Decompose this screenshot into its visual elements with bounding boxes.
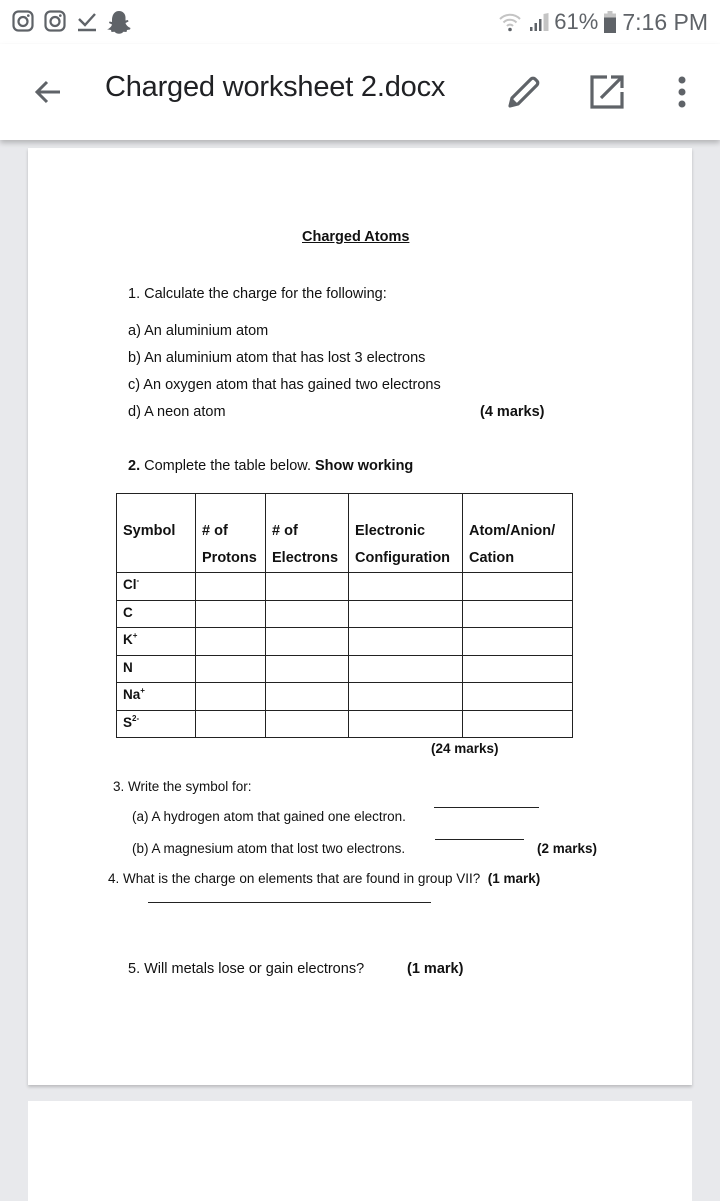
snapchat-icon [107,11,131,34]
table-row: Na+ [116,682,573,711]
symbol-cell: Na+ [116,682,196,711]
question-2-marks: (24 marks) [431,741,499,756]
arrow-back-icon[interactable] [30,74,66,110]
clock-time: 7:16 PM [622,8,708,35]
wifi-icon [499,13,522,32]
table-row: Cl- [116,572,573,601]
question-5-prompt: 5. Will metals lose or gain electrons? [128,961,365,977]
more-vert-icon[interactable] [662,72,702,112]
question-4-prompt: 4. What is the charge on elements that a… [108,871,541,886]
question-1-item-d: d) A neon atom [128,404,226,420]
battery-percent: 61% [554,9,599,34]
answer-line-3b [435,839,524,840]
document-page-2[interactable] [28,1101,692,1201]
question-3-part-a: (a) A hydrogen atom that gained one elec… [132,809,406,824]
symbol-cell: N [116,654,196,683]
battery-icon [604,11,617,33]
cell-signal-icon [530,13,549,31]
question-4-marks: (1 mark) [487,871,541,886]
question-3-marks: (2 marks) [537,841,598,856]
question-5-marks: (1 mark) [407,961,464,977]
instagram-icon [44,10,66,32]
app-bar: Charged worksheet 2.docx [0,44,720,140]
header-atom-anion-cation: Atom/Anion/Cation [462,493,573,573]
status-bar: 61% 7:16 PM [0,0,720,44]
symbol-cell: S2- [116,709,196,738]
answer-line-4 [148,902,431,903]
question-1-prompt: 1. Calculate the charge for the followin… [128,286,387,302]
symbol-cell: Cl- [116,572,196,601]
worksheet-heading: Charged Atoms [302,229,410,245]
symbol-cell: C [116,599,196,628]
open-external-icon[interactable] [587,72,627,112]
header-protons: # of Protons [195,493,266,573]
question-2-prompt: 2. Complete the table below. Show workin… [128,458,413,474]
document-title: Charged worksheet 2.docx [105,71,446,103]
header-symbol: Symbol [116,493,196,573]
table-row: C [116,599,573,628]
question-1-item-a: a) An aluminium atom [128,323,269,339]
header-electrons: # of Electrons [265,493,349,573]
instagram-icon [12,10,34,32]
symbol-cell: K+ [116,627,196,656]
question-1-item-c: c) An oxygen atom that has gained two el… [128,377,441,393]
table-header-row: Symbol # of Protons # of Electrons Electro… [116,493,573,573]
answer-line-3a [434,807,539,808]
question-2-text: Complete the table below. [144,458,311,474]
edit-pencil-icon[interactable] [504,72,544,112]
table-row: S2- [116,709,573,738]
question-1-item-b: b) An aluminium atom that has lost 3 ele… [128,350,426,366]
question-3-prompt: 3. Write the symbol for: [113,779,252,794]
download-done-icon [78,13,96,32]
worksheet-table: Symbol # of Protons # of Electrons Electro… [116,493,573,738]
table-row: K+ [116,627,573,656]
header-electronic-configuration: Electronic Configuration [348,493,463,573]
question-2-number: 2. [128,458,141,474]
table-row: N [116,654,573,683]
question-2-emphasis: Show working [315,458,414,474]
question-1-marks: (4 marks) [480,404,545,420]
question-3-part-b: (b) A magnesium atom that lost two elect… [132,841,406,856]
